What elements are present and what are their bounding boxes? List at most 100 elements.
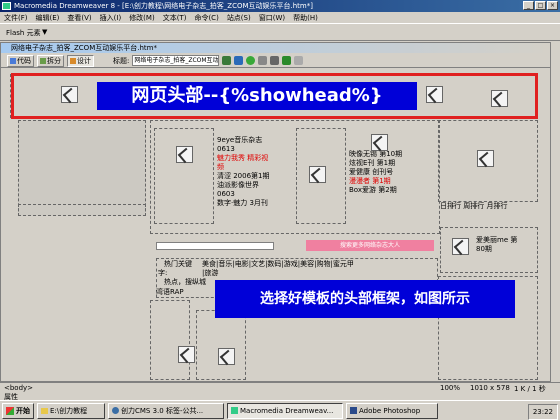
magazine-item[interactable]: Box爱游 第2期 — [349, 186, 402, 195]
keyword-categories[interactable]: 美食|音乐|电影|文艺|数码|游戏|美容|购物|蜜元甲 — [202, 260, 354, 269]
magazine-item[interactable]: 清涩 2006第1期 — [217, 172, 270, 181]
magazine-list: 9eye音乐杂志 0613 魅力我秀 精彩视 频 清涩 2006第1期 油派影像… — [217, 136, 270, 208]
document-tab[interactable]: 网络电子杂志_拍客_ZCOM互动娱乐平台.htm* — [1, 43, 550, 53]
menu-command[interactable]: 命令(C) — [194, 13, 218, 23]
close-button[interactable]: × — [547, 1, 558, 10]
magazine-item[interactable]: 0613 — [217, 145, 270, 154]
magazine-item[interactable]: 9eye音乐杂志 — [217, 136, 270, 145]
keyword-label: 热门关键 — [164, 260, 192, 268]
folder-icon — [41, 407, 48, 414]
rank-tabs[interactable]: 日排行 周排行 月排行 — [440, 202, 507, 211]
search-input[interactable] — [156, 242, 274, 250]
menu-window[interactable]: 窗口(W) — [259, 13, 285, 23]
cover-frame[interactable] — [154, 128, 214, 224]
magazine-item[interactable]: 频 — [217, 163, 270, 172]
code-icon — [10, 57, 16, 64]
task-label: Macromedia Dreamweav... — [240, 406, 334, 415]
maximize-button[interactable]: □ — [535, 1, 546, 10]
image-placeholder-icon[interactable] — [309, 166, 326, 183]
windows-logo-icon — [6, 406, 14, 415]
refresh-icon[interactable] — [246, 56, 256, 65]
ie-icon — [112, 407, 119, 414]
magazine-item[interactable]: 数字·魅力 3月刊 — [217, 199, 270, 208]
code-view-label: 代码 — [17, 56, 31, 65]
photoshop-icon — [350, 407, 357, 414]
menu-view[interactable]: 查看(V) — [67, 13, 91, 23]
magazine-item[interactable]: 魅力我秀 精彩视 — [217, 154, 270, 163]
minimize-button[interactable]: _ — [523, 1, 534, 10]
split-view-label: 拆分 — [47, 56, 61, 65]
task-explorer[interactable]: E:\创力教程 — [37, 402, 105, 419]
magazine-item[interactable]: 漫漫者 第1期 — [349, 177, 402, 186]
lower-frame[interactable] — [150, 300, 190, 380]
dreamweaver-icon — [231, 407, 238, 414]
hot-topic-label[interactable]: 热点，搜纵城 — [164, 278, 206, 287]
keyword-more[interactable]: |旅游 — [202, 269, 218, 278]
page-title-input[interactable]: 网络电子杂志_拍客_ZCOM互动娱乐平台 — [132, 55, 220, 66]
task-photoshop[interactable]: Adobe Photoshop — [346, 402, 438, 419]
chevron-down-icon[interactable]: ▼ — [42, 28, 47, 36]
magazine-item[interactable]: 爱健康 创刊号 — [349, 168, 402, 177]
menu-insert[interactable]: 插入(I) — [100, 13, 122, 23]
visual-aids-icon[interactable] — [270, 56, 280, 65]
image-placeholder-icon[interactable] — [218, 348, 235, 365]
lower-frame[interactable] — [196, 310, 246, 380]
taskbar: 开始 E:\创力教程 创力CMS 3.0 标签-公共... Macromedia… — [0, 400, 560, 420]
header-annotation: 网页头部--{%showhead%} — [97, 82, 417, 110]
task-label: E:\创力教程 — [50, 406, 88, 415]
window-title: Macromedia Dreamweaver 8 - [E:\创力教程\网络电子… — [14, 2, 313, 10]
image-placeholder-icon[interactable] — [371, 134, 388, 151]
right-magazine-list: 映像无锡 第10期 炫视E刊 第1期 爱健康 创刊号 漫漫者 第1期 Box爱游… — [349, 150, 402, 195]
image-placeholder-icon[interactable] — [477, 150, 494, 167]
side-item[interactable]: 爱美丽me 第 — [476, 236, 517, 245]
dreamweaver-app-icon — [2, 2, 11, 10]
hot-topic-line[interactable]: 湾语RAP — [156, 288, 184, 297]
zoom-level[interactable]: 100% — [440, 384, 460, 392]
magazine-item[interactable]: 0603 — [217, 190, 270, 199]
window-titlebar[interactable]: Macromedia Dreamweaver 8 - [E:\创力教程\网络电子… — [0, 0, 560, 12]
image-placeholder-icon[interactable] — [178, 346, 195, 363]
file-management-icon[interactable] — [222, 56, 232, 65]
start-label: 开始 — [16, 406, 30, 415]
split-view-button[interactable]: 拆分 — [37, 54, 64, 67]
task-label: 创力CMS 3.0 标签-公共... — [121, 406, 204, 415]
title-label: 标题: — [113, 56, 130, 65]
design-icon — [70, 57, 76, 64]
insert-category-label[interactable]: Flash 元素 — [6, 28, 41, 38]
window-size[interactable]: 1010 x 578 — [470, 384, 510, 392]
preview-browser-icon[interactable] — [234, 56, 244, 65]
task-label: Adobe Photoshop — [359, 406, 421, 415]
image-placeholder-icon[interactable] — [176, 146, 193, 163]
code-view-button[interactable]: 代码 — [7, 54, 34, 67]
left-column-frame[interactable] — [18, 120, 146, 216]
keyword-label-colon: 字: — [158, 269, 168, 277]
menu-modify[interactable]: 修改(M) — [129, 13, 155, 23]
menu-help[interactable]: 帮助(H) — [293, 13, 318, 23]
tip-annotation: 选择好模板的头部框架，如图所示 — [215, 280, 515, 318]
menu-file[interactable]: 文件(F) — [4, 13, 28, 23]
check-browser-icon[interactable] — [294, 56, 304, 65]
start-button[interactable]: 开始 — [2, 402, 34, 419]
magazine-item[interactable]: 油派影像世界 — [217, 181, 270, 190]
design-view-label: 设计 — [77, 56, 91, 65]
menu-site[interactable]: 站点(S) — [227, 13, 251, 23]
image-placeholder-icon[interactable] — [452, 238, 469, 255]
insert-bar: Flash 元素 ▼ — [0, 23, 560, 41]
left-column-row[interactable] — [18, 204, 146, 216]
document-toolbar: 代码 拆分 设计 标题: 网络电子杂志_拍客_ZCOM互动娱乐平台 — [1, 54, 550, 68]
menu-bar: 文件(F) 编辑(E) 查看(V) 插入(I) 修改(M) 文本(T) 命令(C… — [0, 12, 560, 23]
task-dreamweaver[interactable]: Macromedia Dreamweav... — [227, 402, 343, 419]
menu-text[interactable]: 文本(T) — [163, 13, 187, 23]
magazine-item[interactable]: 映像无锡 第10期 — [349, 150, 402, 159]
tag-selector[interactable]: <body> — [4, 384, 33, 392]
view-options-icon[interactable] — [258, 56, 268, 65]
magazine-item[interactable]: 炫视E刊 第1期 — [349, 159, 402, 168]
side-item[interactable]: 80期 — [476, 245, 492, 254]
search-more-button[interactable]: 搜索更多网络杂志大人 — [306, 240, 434, 251]
download-size: 1 K / 1 秒 — [514, 385, 546, 393]
menu-edit[interactable]: 编辑(E) — [36, 13, 60, 23]
design-view-button[interactable]: 设计 — [67, 54, 94, 67]
task-browser[interactable]: 创力CMS 3.0 标签-公共... — [108, 402, 224, 419]
validate-icon[interactable] — [282, 56, 292, 65]
status-bar: <body> 100% 1010 x 578 1 K / 1 秒 属性 — [0, 382, 560, 401]
